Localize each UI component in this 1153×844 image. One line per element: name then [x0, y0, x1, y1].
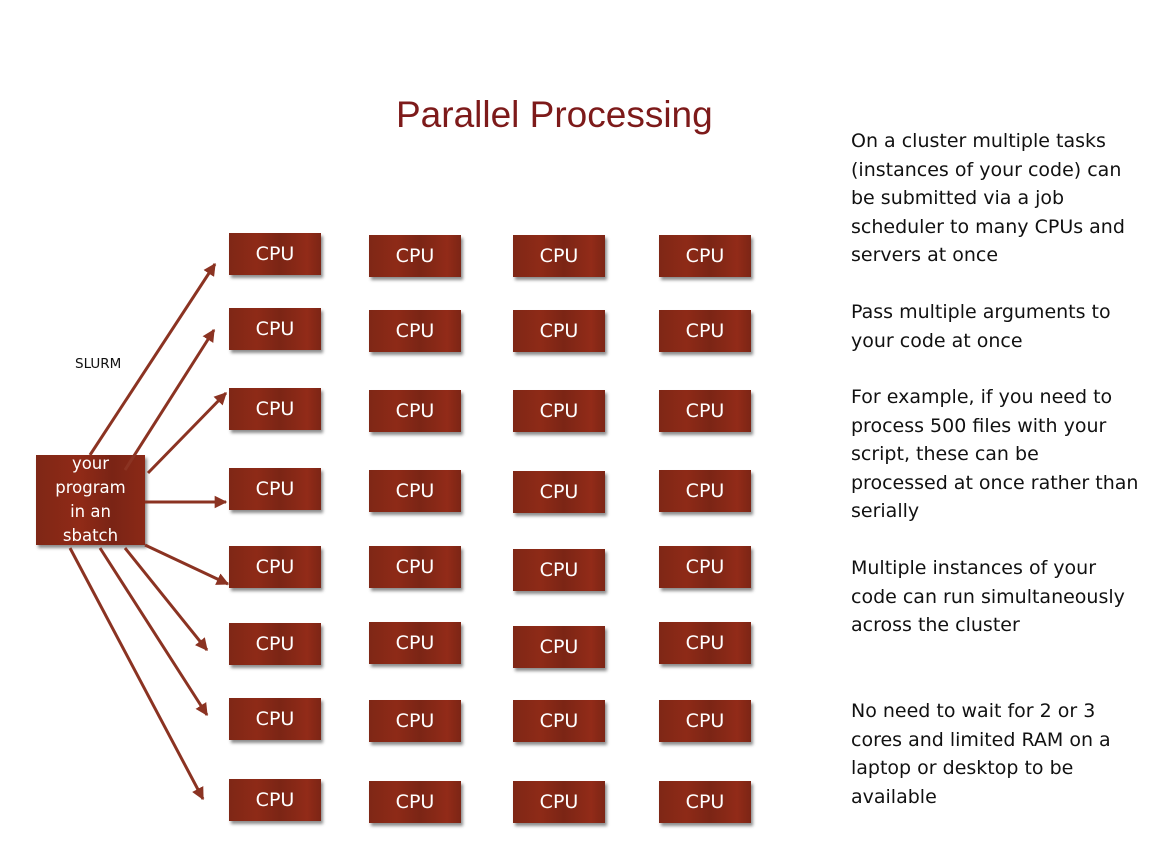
dispatch-arrow	[123, 547, 209, 651]
dispatch-arrow	[146, 391, 228, 475]
dispatch-arrows	[68, 262, 230, 801]
dispatch-arrow	[68, 547, 205, 801]
dispatch-arrow	[144, 543, 230, 586]
